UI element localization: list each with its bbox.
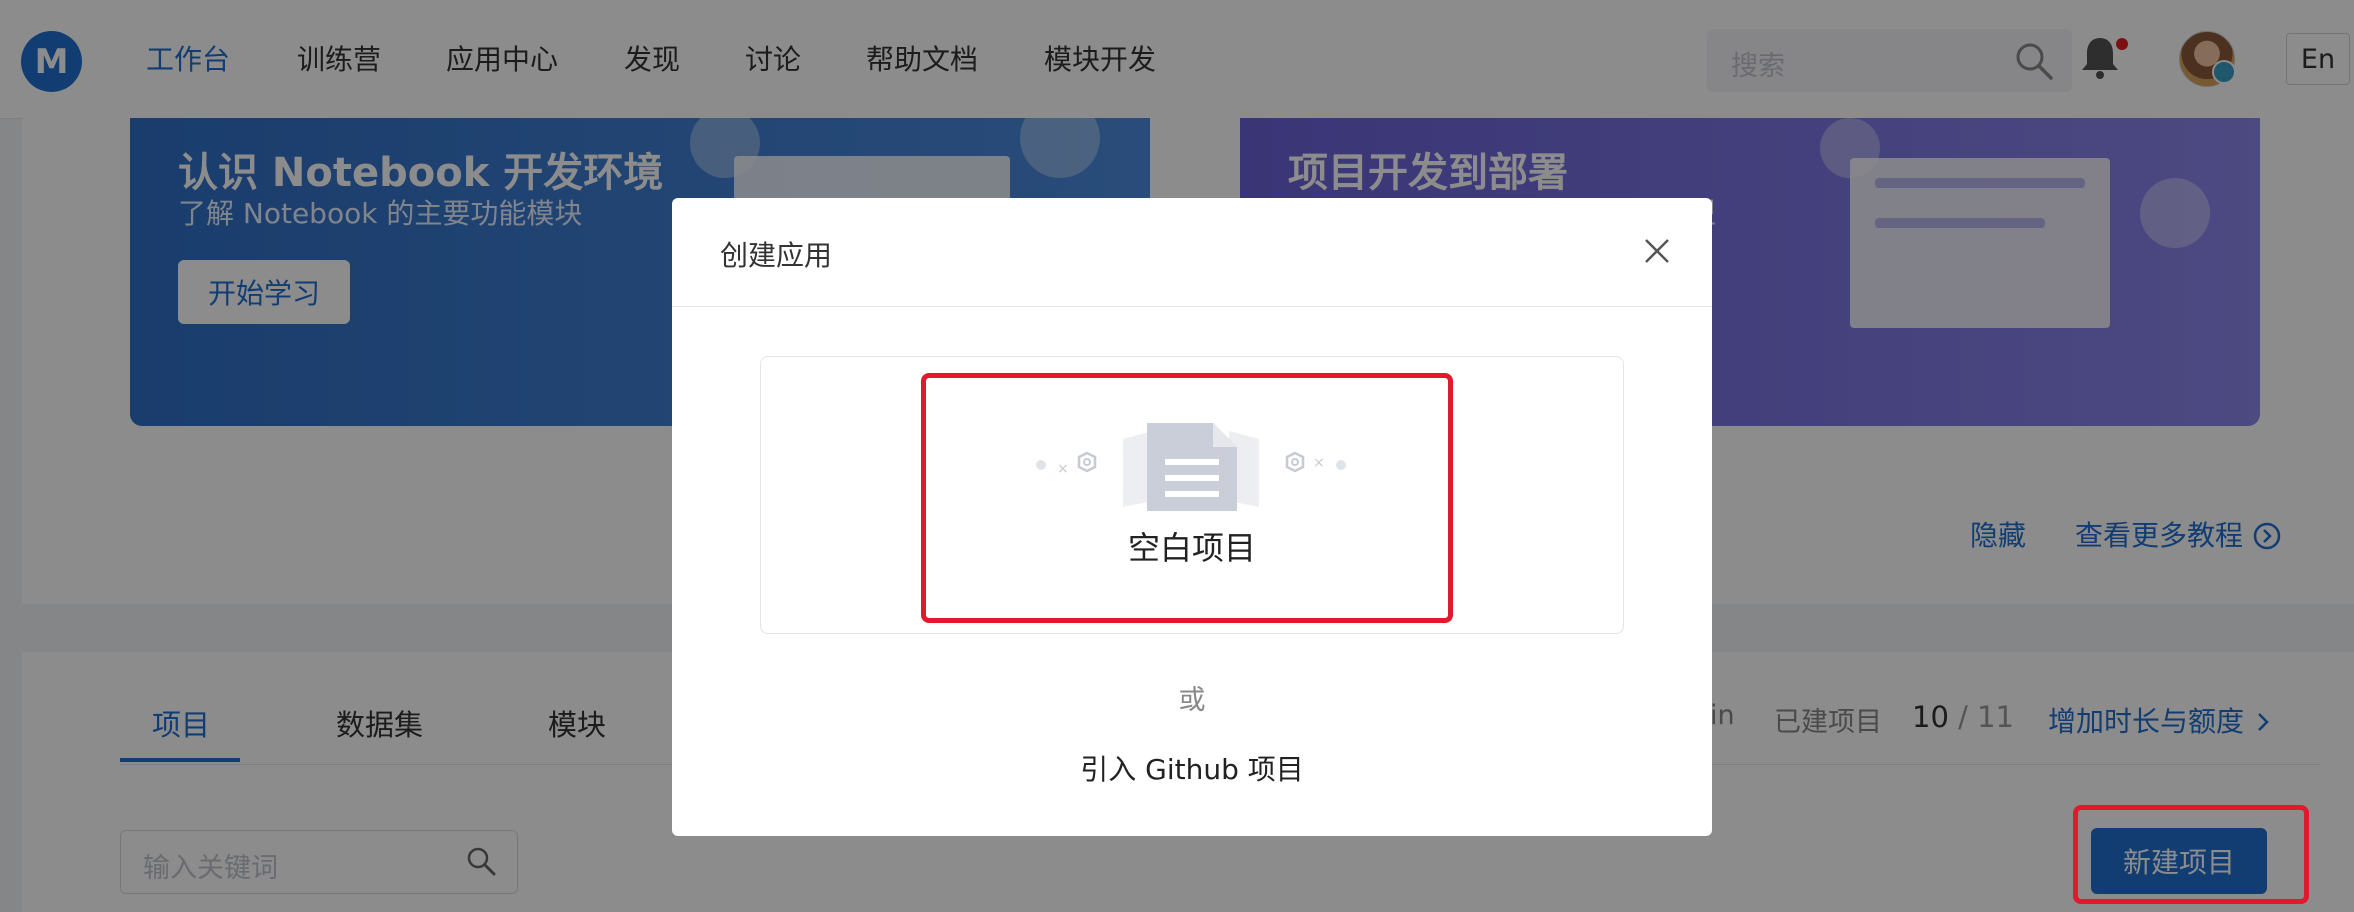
close-icon[interactable] bbox=[1640, 234, 1674, 272]
import-github-link[interactable]: 引入 Github 项目 bbox=[672, 748, 1712, 788]
highlight-box-new-project bbox=[2073, 805, 2309, 904]
or-separator: 或 bbox=[1178, 685, 1206, 716]
dialog-title: 创建应用 bbox=[720, 239, 833, 272]
dialog-divider bbox=[672, 306, 1712, 307]
highlight-box-blank-project bbox=[921, 373, 1453, 623]
